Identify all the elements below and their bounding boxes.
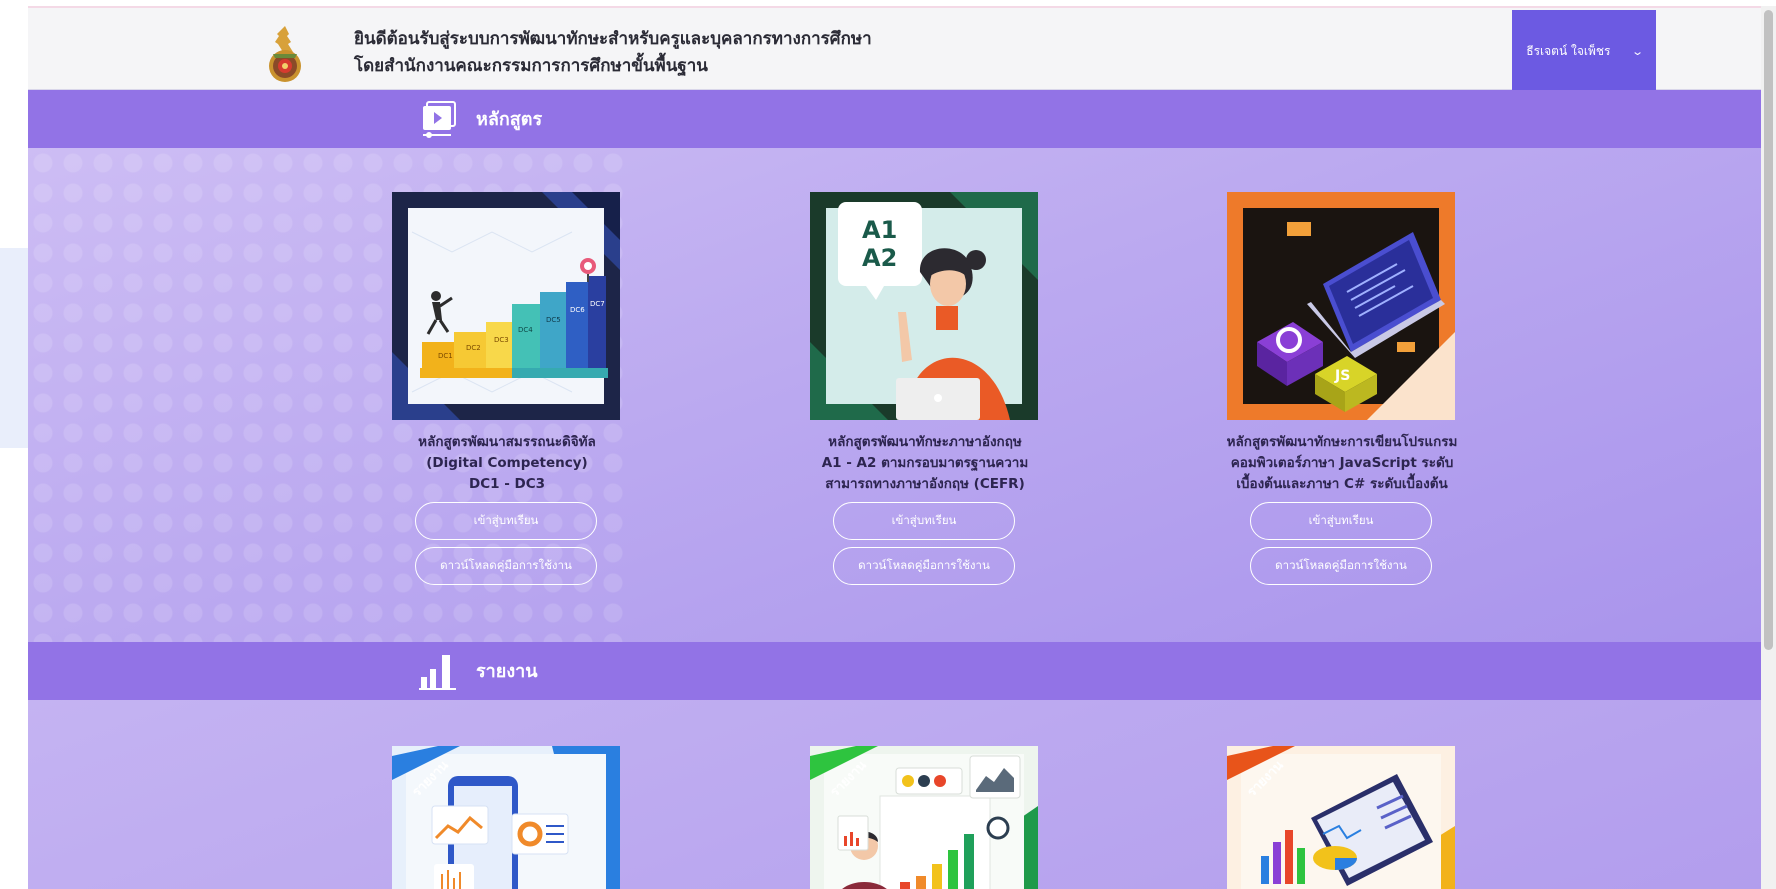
enter-lesson-button[interactable]: เข้าสู่บทเรียน [1250,502,1432,540]
chevron-down-icon: ⌄ [1630,44,1644,58]
thumb-text-dc7: DC7 [590,300,605,308]
courses-content: DC1 DC2 DC3 DC4 DC5 DC6 DC7 หลักสูตรพัฒน… [28,148,1761,642]
course-title-line: A1 - A2 ตามกรอบมาตรฐานความ [821,455,1029,471]
enter-lesson-button[interactable]: เข้าสู่บทเรียน [833,502,1015,540]
page: ยินดีต้อนรับสู่ระบบการพัฒนาทักษะสำหรับคร… [0,0,1776,889]
scrollbar-thumb[interactable] [1764,10,1773,650]
report-thumbnail-dashboard[interactable]: รายงาน [1227,746,1455,889]
course-title-line: หลักสูตรพัฒนาสมรรถนะดิจิทัล [418,434,596,450]
enter-lesson-button[interactable]: เข้าสู่บทเรียน [415,502,597,540]
course-title-line: เบื้องต้นและภาษา C# ระดับเบื้องต้น [1236,476,1448,492]
reports-section-label: รายงาน [476,661,538,682]
course-title-line: สามารถทางภาษาอังกฤษ (CEFR) [825,476,1025,492]
courses-section-bar: หลักสูตร [28,90,1761,148]
thumb-text-dc1: DC1 [438,352,453,360]
user-menu-button[interactable]: ธีรเจตน์ ใจเพ็ชร ⌄ [1512,10,1656,92]
course-title-line: คอมพิวเตอร์ภาษา JavaScript ระดับ [1230,455,1454,471]
thumb-text-a1: A1 [862,216,897,244]
download-manual-button[interactable]: ดาวน์โหลดคู่มือการใช้งาน [415,547,597,585]
thumb-text-dc4: DC4 [518,326,533,334]
thumb-text-dc6: DC6 [570,306,585,314]
thumb-text-dc2: DC2 [466,344,481,352]
course-title-line: หลักสูตรพัฒนาทักษะการเขียนโปรแกรม [1226,434,1458,450]
thumb-text-dc5: DC5 [546,316,561,324]
header-title-line1: ยินดีต้อนรับสู่ระบบการพัฒนาทักษะสำหรับคร… [354,29,872,49]
header-title: ยินดีต้อนรับสู่ระบบการพัฒนาทักษะสำหรับคร… [354,26,872,80]
course-title-line: (Digital Competency) [426,455,588,471]
course-thumbnail-digital[interactable]: DC1 DC2 DC3 DC4 DC5 DC6 DC7 [392,192,620,420]
course-title-line: หลักสูตรพัฒนาทักษะภาษาอังกฤษ [828,434,1022,450]
thumb-text-a2: A2 [862,244,897,272]
course-title-digital: หลักสูตรพัฒนาสมรรถนะดิจิทัล (Digital Com… [363,432,651,495]
courses-section-label: หลักสูตร [476,109,543,130]
reports-section-bar: รายงาน [28,642,1761,700]
ministry-seal-icon [269,26,301,82]
report-thumbnail-analytics[interactable]: รายงาน [810,746,1038,889]
site-header: ยินดีต้อนรับสู่ระบบการพัฒนาทักษะสำหรับคร… [28,8,1761,92]
download-manual-button[interactable]: ดาวน์โหลดคู่มือการใช้งาน [1250,547,1432,585]
thumb-text-js: JS [1334,368,1350,384]
bar-chart-icon [419,655,456,690]
header-title-line2: โดยสำนักงานคณะกรรมการการศึกษาขั้นพื้นฐาน [354,56,708,76]
course-thumbnail-programming[interactable]: JS [1227,192,1455,420]
main-frame: ยินดีต้อนรับสู่ระบบการพัฒนาทักษะสำหรับคร… [28,6,1761,889]
reports-content: รายงาน รายงาน รายงาน [28,700,1761,889]
video-player-icon [423,101,456,138]
side-panel [0,248,28,448]
user-name: ธีรเจตน์ ใจเพ็ชร [1526,43,1611,58]
vertical-scrollbar[interactable] [1761,6,1776,889]
report-thumbnail-mobile[interactable]: รายงาน [392,746,620,889]
course-title-line: DC1 - DC3 [468,476,546,492]
thumb-text-dc3: DC3 [494,336,509,344]
download-manual-button[interactable]: ดาวน์โหลดคู่มือการใช้งาน [833,547,1015,585]
course-title-english: หลักสูตรพัฒนาทักษะภาษาอังกฤษ A1 - A2 ตาม… [781,432,1069,495]
course-title-programming: หลักสูตรพัฒนาทักษะการเขียนโปรแกรม คอมพิว… [1198,432,1486,495]
course-thumbnail-english[interactable]: A1 A2 [810,192,1038,420]
